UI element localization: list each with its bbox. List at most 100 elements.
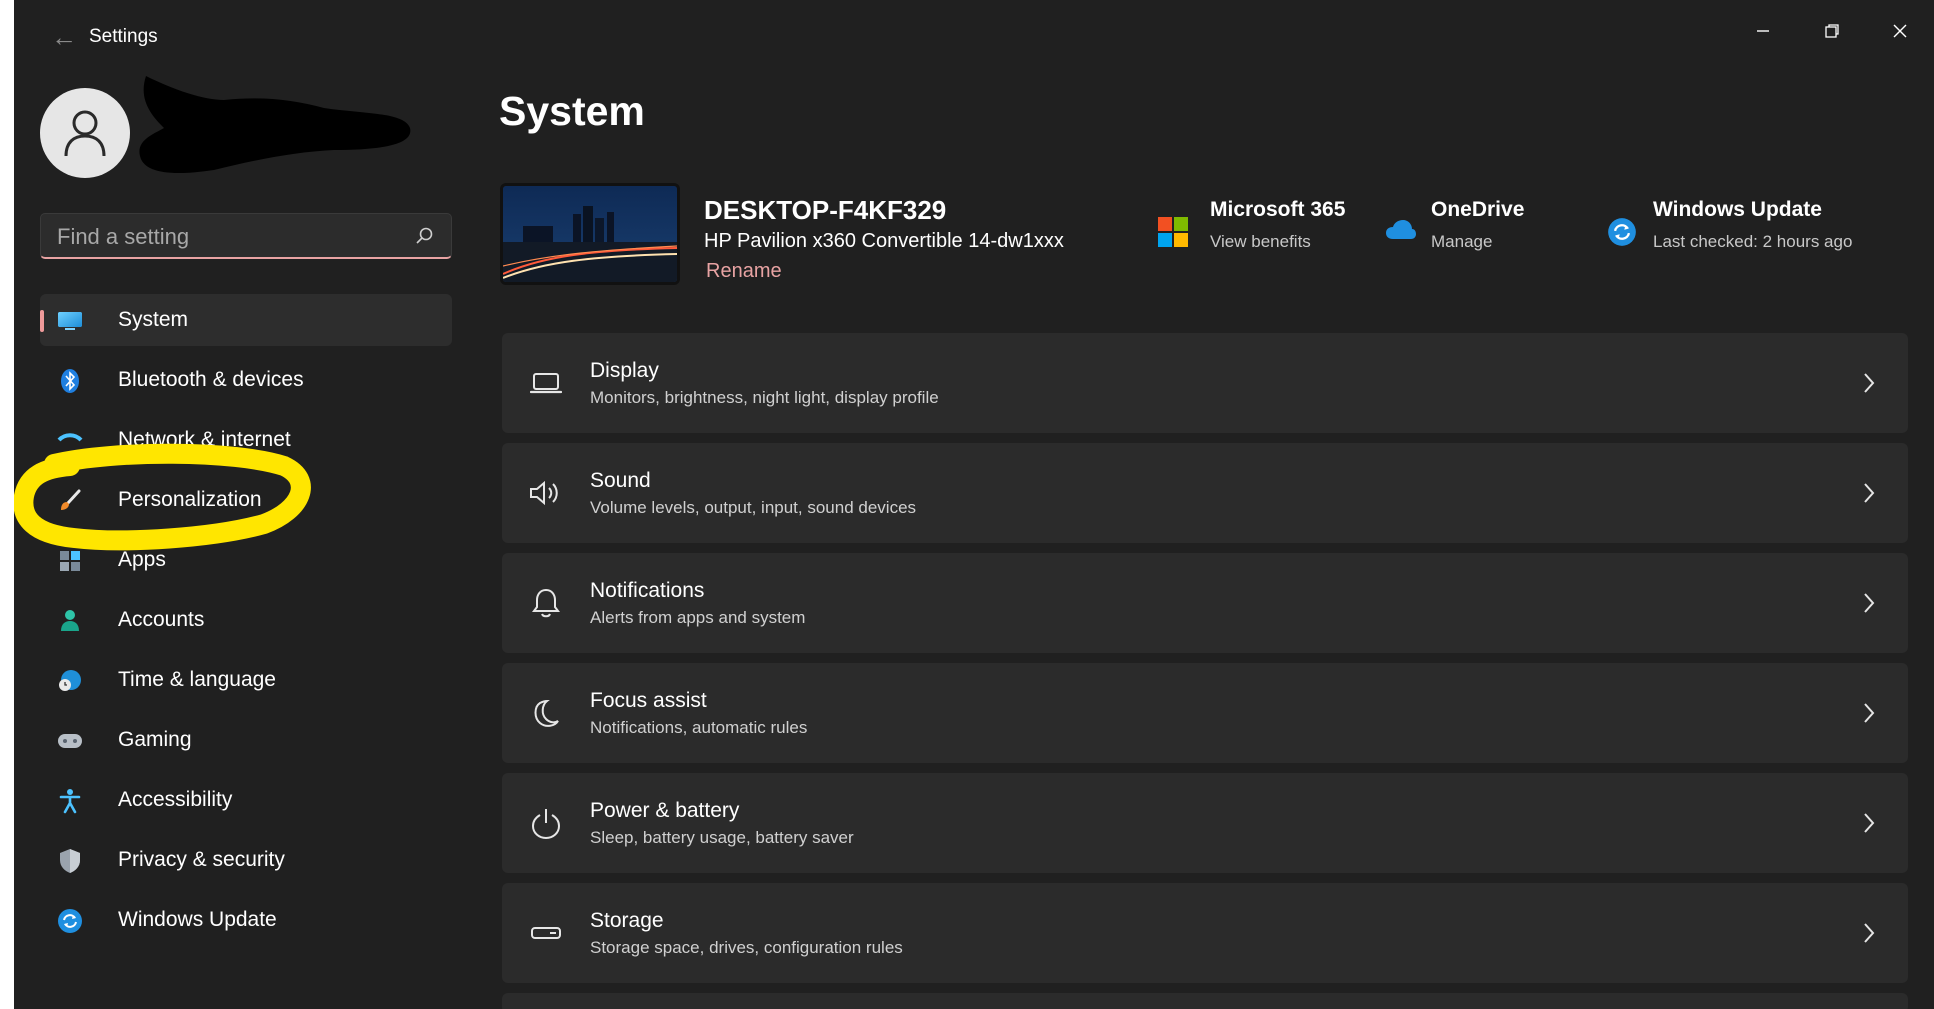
gamepad-icon bbox=[56, 727, 84, 755]
device-model: HP Pavilion x360 Convertible 14-dw1xxx bbox=[704, 230, 1064, 252]
chevron-right-icon bbox=[1864, 483, 1875, 503]
bluetooth-icon bbox=[56, 367, 84, 395]
settings-card-power-battery[interactable]: Power & battery Sleep, battery usage, ba… bbox=[502, 773, 1908, 873]
globe-clock-icon bbox=[56, 667, 84, 695]
sidebar-item-apps[interactable]: Apps bbox=[40, 534, 452, 586]
quick-link-microsoft-365[interactable]: Microsoft 365 View benefits bbox=[1158, 198, 1345, 252]
back-button[interactable]: ← bbox=[38, 22, 90, 52]
card-subtitle: Sleep, battery usage, battery saver bbox=[590, 828, 854, 847]
sidebar-item-time-language[interactable]: Time & language bbox=[40, 654, 452, 706]
card-title: Notifications bbox=[590, 579, 705, 602]
sidebar-item-label: Bluetooth & devices bbox=[118, 368, 304, 391]
restore-icon bbox=[1825, 24, 1839, 38]
cloud-icon bbox=[1386, 220, 1416, 239]
card-title: Focus assist bbox=[590, 689, 707, 712]
quick-link-title: Microsoft 365 bbox=[1210, 198, 1346, 221]
sidebar-item-label: Accounts bbox=[118, 608, 205, 631]
sync-icon bbox=[1608, 218, 1636, 246]
sidebar-item-label: Gaming bbox=[118, 728, 192, 751]
monitor-icon bbox=[56, 307, 84, 335]
wifi-icon bbox=[56, 427, 84, 455]
chevron-right-icon bbox=[1864, 813, 1875, 833]
person-icon bbox=[56, 607, 84, 635]
moon-icon bbox=[528, 695, 564, 731]
microsoft-logo-icon bbox=[1158, 217, 1188, 247]
page-title: System bbox=[499, 88, 645, 134]
restore-button[interactable] bbox=[1798, 10, 1866, 52]
bell-icon bbox=[528, 585, 564, 621]
settings-card-storage[interactable]: Storage Storage space, drives, configura… bbox=[502, 883, 1908, 983]
speaker-icon bbox=[528, 475, 564, 511]
sidebar-item-privacy-security[interactable]: Privacy & security bbox=[40, 834, 452, 886]
quick-link-onedrive[interactable]: OneDrive Manage bbox=[1386, 198, 1524, 252]
sidebar-item-label: Time & language bbox=[118, 668, 276, 691]
laptop-icon bbox=[528, 365, 564, 401]
sidebar-item-system[interactable]: System bbox=[40, 294, 452, 346]
chevron-right-icon bbox=[1864, 593, 1875, 613]
sidebar-item-label: Privacy & security bbox=[118, 848, 285, 871]
minimize-icon bbox=[1757, 30, 1769, 32]
card-subtitle: Notifications, automatic rules bbox=[590, 718, 808, 737]
close-icon bbox=[1893, 24, 1907, 38]
close-button[interactable] bbox=[1866, 10, 1934, 52]
minimize-button[interactable] bbox=[1729, 10, 1797, 52]
rename-link[interactable]: Rename bbox=[706, 260, 782, 283]
settings-card-notifications[interactable]: Notifications Alerts from apps and syste… bbox=[502, 553, 1908, 653]
card-subtitle: Volume levels, output, input, sound devi… bbox=[590, 498, 917, 517]
settings-card-sound[interactable]: Sound Volume levels, output, input, soun… bbox=[502, 443, 1908, 543]
card-title: Sound bbox=[590, 469, 651, 492]
sidebar-item-label: Personalization bbox=[118, 488, 262, 511]
settings-list: Display Monitors, brightness, night ligh… bbox=[502, 333, 1908, 1009]
sidebar-item-label: System bbox=[118, 308, 189, 331]
settings-card-display[interactable]: Display Monitors, brightness, night ligh… bbox=[502, 333, 1908, 433]
sidebar-item-label: Accessibility bbox=[118, 788, 233, 811]
title-bar: ← Settings bbox=[14, 0, 1934, 72]
chevron-right-icon bbox=[1864, 923, 1875, 943]
sidebar-item-label: Network & internet bbox=[118, 428, 291, 451]
sidebar-item-network[interactable]: Network & internet bbox=[40, 414, 452, 466]
device-name: DESKTOP-F4KF329 bbox=[704, 195, 947, 225]
sidebar-nav: System Bluetooth & devices Network & int… bbox=[40, 294, 452, 954]
settings-card-next[interactable] bbox=[502, 993, 1908, 1009]
card-subtitle: Monitors, brightness, night light, displ… bbox=[590, 388, 939, 407]
sidebar-item-gaming[interactable]: Gaming bbox=[40, 714, 452, 766]
card-subtitle: Storage space, drives, configuration rul… bbox=[590, 938, 903, 957]
search-icon[interactable] bbox=[415, 226, 435, 246]
arrow-left-icon: ← bbox=[51, 21, 77, 52]
sidebar-item-personalization[interactable]: Personalization bbox=[40, 474, 452, 526]
sidebar-item-accounts[interactable]: Accounts bbox=[40, 594, 452, 646]
apps-icon bbox=[56, 547, 84, 575]
redacted-account-name bbox=[139, 76, 411, 174]
quick-link-subtitle: Last checked: 2 hours ago bbox=[1653, 232, 1853, 251]
quick-link-subtitle: View benefits bbox=[1210, 232, 1311, 251]
card-title: Storage bbox=[590, 909, 664, 932]
card-title: Display bbox=[590, 359, 659, 382]
quick-link-windows-update[interactable]: Windows Update Last checked: 2 hours ago bbox=[1608, 198, 1853, 252]
chevron-right-icon bbox=[1864, 703, 1875, 723]
chevron-right-icon bbox=[1864, 373, 1875, 393]
shield-icon bbox=[56, 847, 84, 875]
device-wallpaper-thumbnail bbox=[500, 183, 680, 285]
sidebar-item-label: Apps bbox=[118, 548, 166, 571]
settings-window: ← Settings S bbox=[14, 0, 1934, 1009]
person-icon bbox=[64, 110, 106, 157]
search-box[interactable] bbox=[40, 213, 452, 259]
storage-icon bbox=[528, 915, 564, 951]
sync-icon bbox=[56, 907, 84, 935]
quick-link-title: OneDrive bbox=[1431, 198, 1525, 221]
avatar[interactable] bbox=[40, 88, 130, 178]
sidebar-item-accessibility[interactable]: Accessibility bbox=[40, 774, 452, 826]
sidebar-item-label: Windows Update bbox=[118, 908, 277, 931]
sidebar-item-windows-update[interactable]: Windows Update bbox=[40, 894, 452, 946]
card-title: Power & battery bbox=[590, 799, 740, 822]
power-icon bbox=[528, 805, 564, 841]
settings-card-focus-assist[interactable]: Focus assist Notifications, automatic ru… bbox=[502, 663, 1908, 763]
brush-icon bbox=[56, 487, 84, 515]
app-title: Settings bbox=[89, 26, 158, 47]
accessibility-icon bbox=[56, 787, 84, 815]
sidebar-item-bluetooth[interactable]: Bluetooth & devices bbox=[40, 354, 452, 406]
quick-link-subtitle: Manage bbox=[1431, 232, 1493, 251]
quick-link-title: Windows Update bbox=[1653, 198, 1822, 221]
card-subtitle: Alerts from apps and system bbox=[590, 608, 806, 627]
search-input[interactable] bbox=[55, 221, 399, 253]
